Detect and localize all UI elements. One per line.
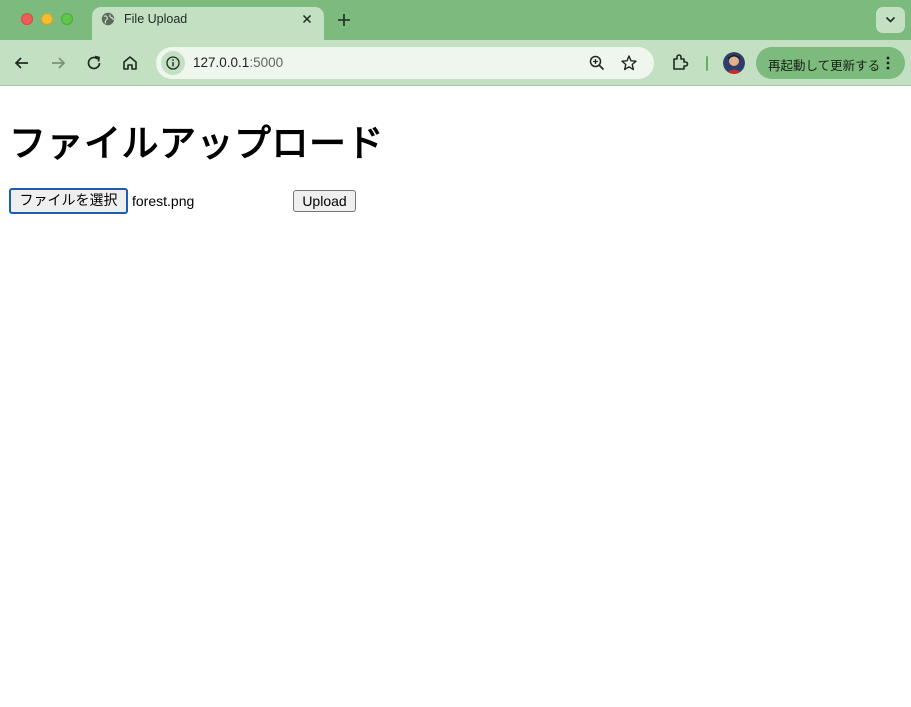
browser-toolbar: 127.0.0.1:5000 再起動して更新する <box>0 40 911 86</box>
site-info-button[interactable] <box>161 51 185 75</box>
choose-file-button[interactable]: ファイルを選択 <box>9 188 128 214</box>
info-icon <box>166 56 180 70</box>
zoom-icon[interactable] <box>588 54 606 72</box>
close-tab-icon[interactable] <box>300 12 314 26</box>
reload-icon[interactable] <box>84 53 104 73</box>
extensions-icon[interactable] <box>670 52 690 72</box>
maximize-window-button[interactable] <box>61 13 73 25</box>
home-icon[interactable] <box>120 53 140 73</box>
profile-avatar[interactable] <box>723 52 745 74</box>
minimize-window-button[interactable] <box>41 13 53 25</box>
chevron-down-icon <box>885 16 896 23</box>
relaunch-label: 再起動して更新する <box>768 58 881 73</box>
browser-tab[interactable]: File Upload <box>92 7 324 40</box>
page-heading: ファイルアップロード <box>9 122 384 165</box>
back-arrow-icon[interactable] <box>12 53 32 73</box>
more-menu-icon[interactable] <box>885 56 891 70</box>
address-bar[interactable]: 127.0.0.1:5000 <box>156 47 654 79</box>
upload-button[interactable]: Upload <box>293 190 356 212</box>
avatar-image <box>723 52 745 74</box>
bookmark-star-icon[interactable] <box>620 54 638 72</box>
selected-file-name: forest.png <box>132 193 195 209</box>
close-window-button[interactable] <box>21 13 33 25</box>
new-tab-icon[interactable] <box>336 12 352 28</box>
tab-strip: File Upload <box>0 0 911 40</box>
url-host: 127.0.0.1 <box>193 55 250 70</box>
relaunch-to-update-button[interactable]: 再起動して更新する <box>756 47 905 79</box>
url-port: :5000 <box>249 55 284 70</box>
forward-arrow-icon[interactable] <box>48 53 68 73</box>
tab-title: File Upload <box>124 12 188 26</box>
globe-icon <box>101 12 115 26</box>
tab-search-button[interactable] <box>876 7 905 33</box>
toolbar-divider <box>706 56 708 71</box>
url-text: 127.0.0.1:5000 <box>193 55 283 70</box>
